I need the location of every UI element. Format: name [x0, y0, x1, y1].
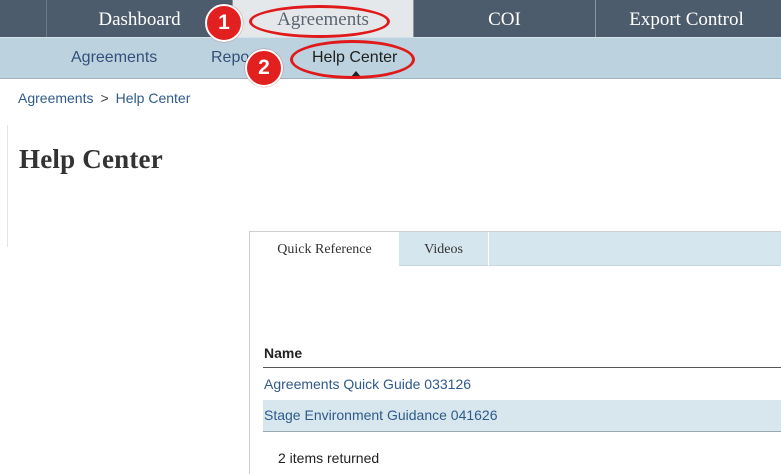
table-bottom-rule: [263, 431, 781, 432]
tab-agreements[interactable]: Agreements: [232, 0, 413, 37]
help-panel: Quick Reference Videos Name Agreements Q…: [249, 231, 781, 474]
table-row: Agreements Quick Guide 033126: [263, 369, 781, 400]
step-badge-2: 2: [245, 49, 283, 87]
breadcrumb-agreements[interactable]: Agreements: [18, 90, 93, 106]
subnav-agreements[interactable]: Agreements: [71, 38, 157, 78]
link-stage-environment-guidance[interactable]: Stage Environment Guidance 041626: [264, 407, 498, 423]
page-title: Help Center: [19, 144, 163, 174]
breadcrumb-separator: >: [100, 90, 109, 106]
column-header-name[interactable]: Name: [264, 345, 302, 361]
tab-videos[interactable]: Videos: [399, 232, 489, 266]
left-divider: [7, 125, 8, 247]
tab-export-control[interactable]: Export Control: [595, 0, 777, 37]
sub-nav: Agreements Repo Help Center: [0, 37, 781, 79]
tab-coi[interactable]: COI: [413, 0, 595, 37]
header-rule: [263, 367, 781, 368]
breadcrumb: Agreements > Help Center: [18, 90, 190, 106]
top-nav: Dashboard Agreements COI Export Control: [0, 0, 781, 37]
breadcrumb-help-center[interactable]: Help Center: [116, 90, 191, 106]
table-row: Stage Environment Guidance 041626: [263, 400, 781, 431]
step-badge-1: 1: [205, 4, 243, 42]
items-count: 2 items returned: [278, 450, 380, 466]
help-tabstrip: Quick Reference Videos: [250, 232, 781, 266]
link-agreements-quick-guide[interactable]: Agreements Quick Guide 033126: [264, 376, 471, 392]
tab-dashboard[interactable]: Dashboard: [46, 0, 232, 37]
current-page-caret-icon: [351, 71, 361, 77]
subnav-reports[interactable]: Repo: [211, 38, 249, 78]
tab-quick-reference[interactable]: Quick Reference: [250, 232, 399, 266]
